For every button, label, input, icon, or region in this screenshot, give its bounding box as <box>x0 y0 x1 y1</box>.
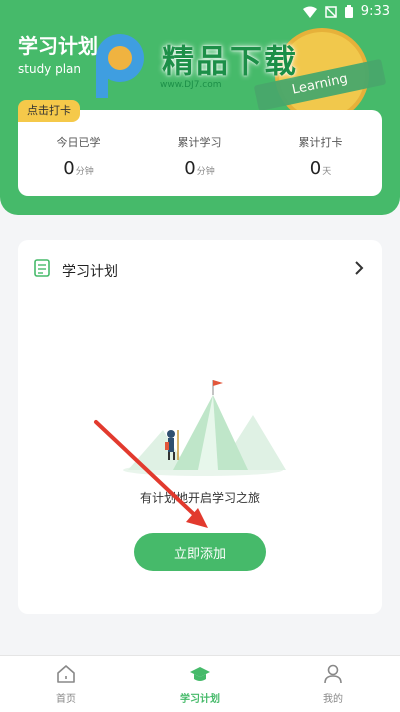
notebook-icon <box>34 259 50 277</box>
tab-study-plan[interactable]: 学习计划 <box>160 664 240 705</box>
stat-label: 今日已学 <box>56 136 101 149</box>
tab-label: 首页 <box>56 694 76 705</box>
tab-me[interactable]: 我的 <box>293 664 373 705</box>
signal-off-icon <box>325 5 337 18</box>
page-title: 学习计划 <box>18 34 98 58</box>
check-in-badge[interactable]: 点击打卡 <box>18 100 80 122</box>
wifi-icon <box>302 6 317 18</box>
user-icon <box>324 664 342 684</box>
watermark-p-icon <box>96 34 144 98</box>
stat-unit: 分钟 <box>196 167 215 177</box>
stat-today: 今日已学 0分钟 <box>18 134 139 179</box>
stat-value: 0 <box>63 158 75 179</box>
stat-total-checkin: 累计打卡 0天 <box>260 134 381 179</box>
chevron-right-icon[interactable] <box>354 260 364 276</box>
watermark-logo: Learning 精品下载 www.DJ7.com <box>90 20 390 122</box>
stat-label: 累计学习 <box>177 136 222 149</box>
stat-value: 0 <box>309 158 322 179</box>
stat-unit: 天 <box>322 167 332 177</box>
watermark-url: www.DJ7.com <box>160 80 222 90</box>
arrow-annotation <box>94 420 208 528</box>
stat-unit: 分钟 <box>75 167 94 177</box>
stat-label: 累计打卡 <box>298 136 343 149</box>
bottom-tab-bar: 首页 学习计划 我的 <box>0 655 400 712</box>
tab-label: 学习计划 <box>180 694 220 705</box>
stat-value: 0 <box>184 158 196 179</box>
tab-label: 我的 <box>323 694 343 705</box>
watermark-text: 精品下载 <box>162 42 299 80</box>
page-subtitle: study plan <box>18 62 82 76</box>
battery-icon <box>344 5 353 18</box>
stat-total-study: 累计学习 0分钟 <box>139 134 260 179</box>
plan-card-title[interactable]: 学习计划 <box>62 261 118 281</box>
home-icon <box>57 665 75 683</box>
stats-card: 今日已学 0分钟 累计学习 0分钟 累计打卡 0天 <box>18 110 382 196</box>
graduation-cap-icon <box>190 667 210 681</box>
status-time: 9:33 <box>360 4 390 19</box>
tab-home[interactable]: 首页 <box>26 664 106 705</box>
status-icons: 9:33 <box>302 4 390 19</box>
